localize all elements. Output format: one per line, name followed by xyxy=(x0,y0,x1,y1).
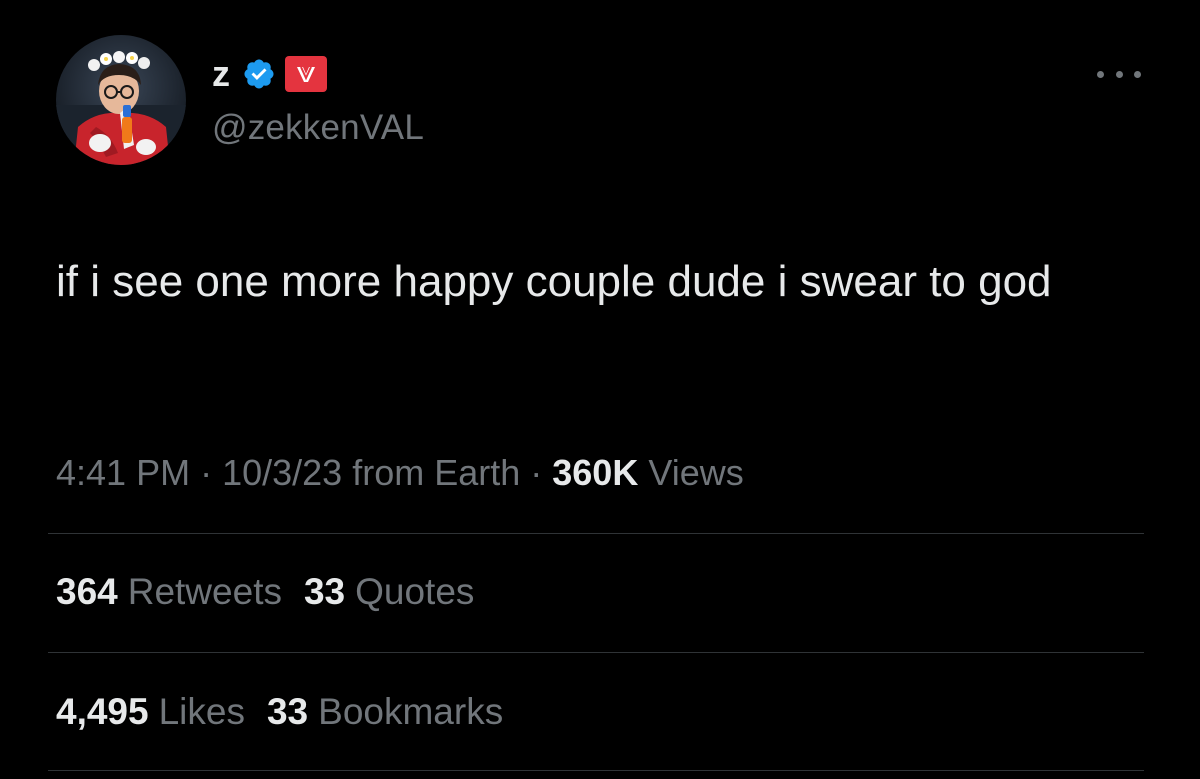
tweet-detail: z @zekkenVAL if i see one more happy cou… xyxy=(0,0,1200,779)
author-name-row: z xyxy=(212,52,328,96)
valorant-affiliate-badge-icon[interactable] xyxy=(284,55,328,93)
divider xyxy=(48,533,1144,534)
tweet-time[interactable]: 4:41 PM xyxy=(56,452,190,493)
divider xyxy=(48,770,1144,771)
views-count: 360K xyxy=(552,452,639,493)
likes-label: Likes xyxy=(158,691,245,732)
retweets-stat[interactable]: 364 Retweets xyxy=(56,571,282,612)
quotes-count: 33 xyxy=(303,571,346,612)
more-dot xyxy=(1097,70,1104,78)
retweets-count: 364 xyxy=(56,571,118,612)
verified-badge-icon[interactable] xyxy=(242,57,276,91)
bookmarks-stat[interactable]: 33 Bookmarks xyxy=(267,691,503,732)
meta-separator: · xyxy=(520,452,553,493)
retweets-label: Retweets xyxy=(127,571,282,612)
likes-count: 4,495 xyxy=(56,691,149,732)
quotes-label: Quotes xyxy=(355,571,475,612)
avatar-photo xyxy=(56,35,186,165)
tweet-meta: 4:41 PM · 10/3/23 from Earth · 360K View… xyxy=(56,451,744,495)
tweet-source: from Earth xyxy=(342,452,521,493)
tweet-text: if i see one more happy couple dude i sw… xyxy=(56,257,1052,306)
likes-stat[interactable]: 4,495 Likes xyxy=(56,691,245,732)
avatar[interactable] xyxy=(56,35,186,165)
more-dot xyxy=(1134,70,1141,78)
more-options-icon[interactable] xyxy=(1097,64,1141,84)
bookmarks-label: Bookmarks xyxy=(318,691,504,732)
quotes-stat[interactable]: 33 Quotes xyxy=(304,571,474,612)
more-dot xyxy=(1115,70,1123,78)
stats-row-engagement: 364 Retweets 33 Quotes xyxy=(56,570,496,614)
author-handle[interactable]: @zekkenVAL xyxy=(212,110,424,145)
meta-separator: · xyxy=(190,452,223,493)
tweet-date[interactable]: 10/3/23 xyxy=(222,452,342,493)
stats-row-likes: 4,495 Likes 33 Bookmarks xyxy=(56,690,525,734)
bookmarks-count: 33 xyxy=(266,691,309,732)
views-label: Views xyxy=(638,452,744,493)
divider xyxy=(48,652,1144,653)
display-name[interactable]: z xyxy=(212,56,230,92)
